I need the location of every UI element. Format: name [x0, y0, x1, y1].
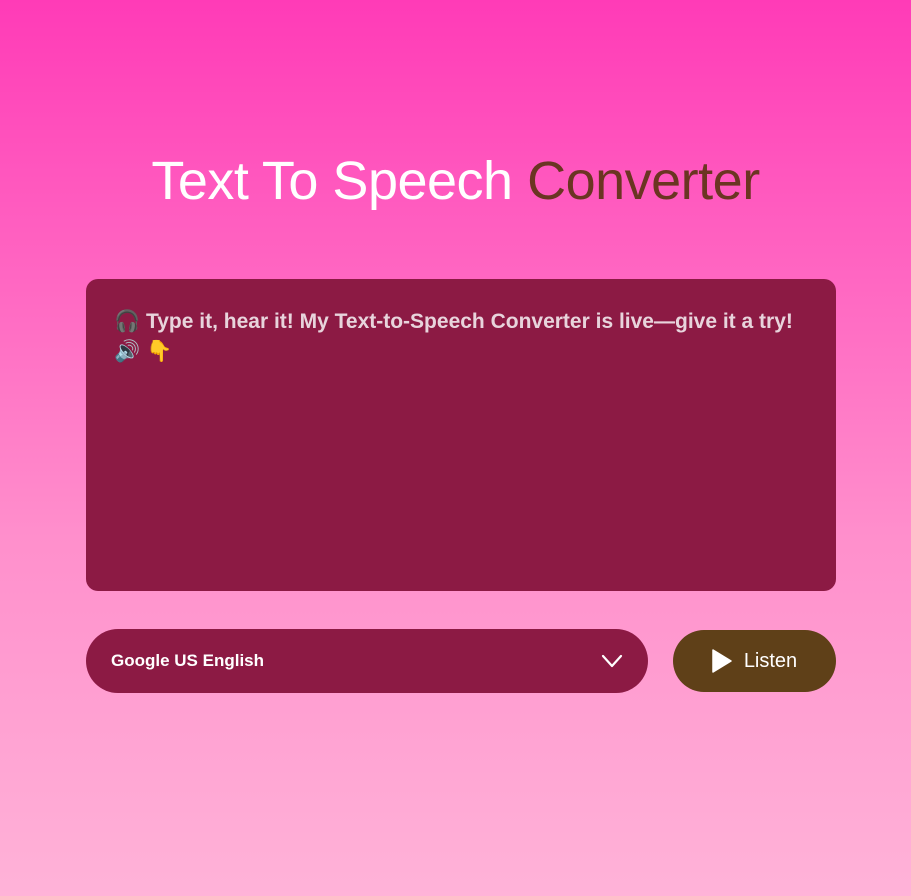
voice-select-value: Google US English [111, 651, 265, 670]
title-accent-text: Converter [527, 151, 760, 211]
text-input-panel: 🎧 Type it, hear it! My Text-to-Speech Co… [86, 279, 836, 591]
text-input[interactable]: 🎧 Type it, hear it! My Text-to-Speech Co… [114, 307, 808, 563]
title-text: Text To Speech [151, 151, 528, 211]
listen-button-label: Listen [743, 649, 798, 672]
voice-select[interactable]: Google US English [86, 629, 648, 693]
chevron-down-icon [601, 653, 623, 669]
listen-button[interactable]: Listen [673, 630, 836, 692]
play-icon [712, 649, 732, 673]
page-title: Text To Speech Converter [0, 150, 911, 212]
